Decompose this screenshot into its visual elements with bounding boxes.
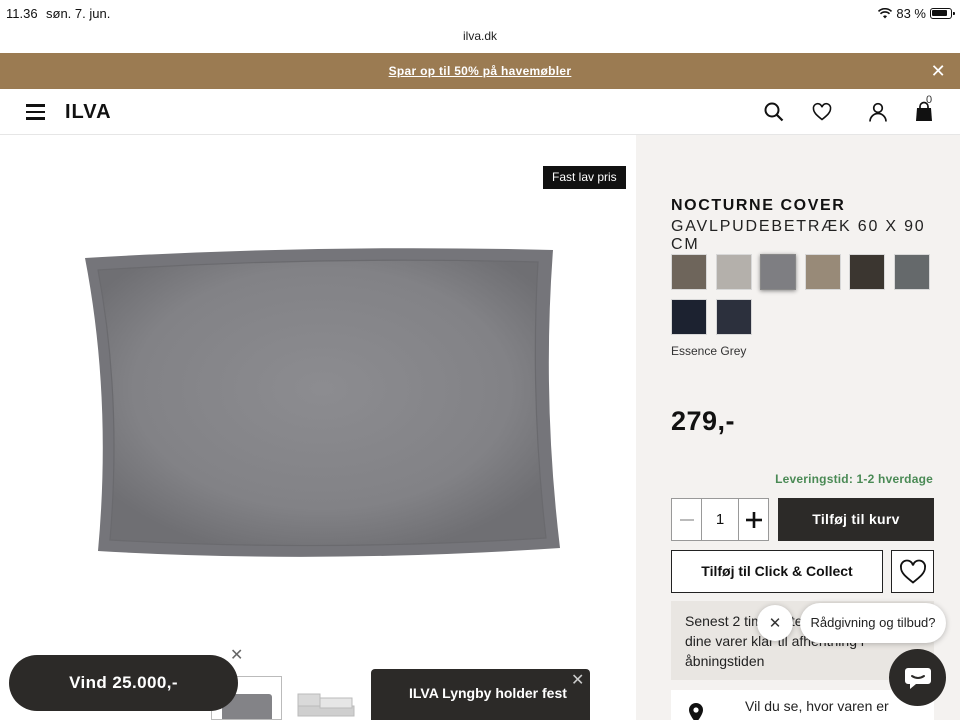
- status-time: 11.36: [6, 6, 38, 21]
- user-icon[interactable]: [867, 101, 889, 123]
- status-date: søn. 7. jun.: [46, 6, 111, 21]
- lyngby-close-icon[interactable]: ✕: [571, 670, 584, 690]
- promo-close-icon[interactable]: ✕: [931, 53, 946, 89]
- status-right: 83 %: [878, 6, 955, 21]
- quantity-value[interactable]: 1: [701, 499, 739, 540]
- battery-percent: 83 %: [896, 6, 926, 21]
- chat-close-icon[interactable]: ✕: [757, 605, 793, 641]
- selected-color-name: Essence Grey: [671, 344, 747, 358]
- color-swatch[interactable]: [849, 254, 886, 290]
- chat-button[interactable]: [889, 649, 946, 706]
- color-swatch[interactable]: [715, 299, 752, 335]
- click-collect-button[interactable]: Tilføj til Click & Collect: [671, 550, 883, 593]
- chat-icon: [904, 667, 931, 689]
- promo-link[interactable]: Spar op til 50% på havemøbler: [389, 64, 572, 78]
- color-swatch[interactable]: [715, 254, 752, 290]
- heart-icon: [899, 559, 926, 584]
- product-name: NOCTURNE COVER: [671, 197, 846, 214]
- product-image[interactable]: [80, 248, 560, 560]
- lyngby-event-banner[interactable]: ILVA Lyngby holder fest: [371, 669, 590, 720]
- status-bar: 11.36 søn. 7. jun. 83 %: [0, 0, 960, 28]
- wifi-icon: [878, 8, 893, 19]
- site-header: ILVA: [0, 89, 960, 135]
- location-pin-icon: [689, 703, 703, 720]
- delivery-time: Leveringstid: 1-2 hverdage: [775, 472, 933, 486]
- color-swatch[interactable]: [894, 254, 930, 290]
- color-swatch[interactable]: [804, 254, 841, 290]
- logo[interactable]: ILVA: [65, 101, 112, 124]
- vind-promo-button[interactable]: Vind 25.000,-: [9, 655, 238, 711]
- thumbnail-bed-image: [297, 693, 355, 717]
- color-swatch[interactable]: [760, 254, 797, 290]
- url-bar[interactable]: ilva.dk: [452, 26, 508, 46]
- decrease-qty-button[interactable]: [672, 499, 701, 540]
- heart-icon[interactable]: [811, 101, 833, 123]
- minus-icon: [679, 518, 694, 521]
- store-location-text: Vil du se, hvor varen er udstillet?: [745, 698, 889, 720]
- cart-count-badge: 0: [926, 94, 933, 106]
- color-swatch[interactable]: [671, 299, 707, 335]
- promo-banner: Spar op til 50% på havemøbler ✕: [0, 53, 960, 89]
- increase-qty-button[interactable]: [739, 499, 768, 540]
- product-price: 279,-: [671, 406, 736, 436]
- color-swatch[interactable]: [671, 254, 707, 290]
- add-to-cart-button[interactable]: Tilføj til kurv: [778, 498, 934, 541]
- search-icon[interactable]: [763, 101, 785, 123]
- chat-prompt-bubble[interactable]: Rådgivning og tilbud?: [800, 603, 946, 643]
- quantity-stepper: 1: [671, 498, 769, 541]
- thumbnail-2[interactable]: [292, 680, 356, 720]
- vind-close-icon[interactable]: ✕: [230, 645, 243, 665]
- battery-icon: [930, 8, 955, 19]
- wishlist-button[interactable]: [891, 550, 934, 593]
- plus-icon: [745, 511, 762, 528]
- menu-icon[interactable]: [26, 104, 45, 120]
- fast-lav-pris-badge: Fast lav pris: [543, 166, 626, 189]
- product-description: GAVLPUDEBETRÆK 60 X 90 CM: [671, 218, 926, 253]
